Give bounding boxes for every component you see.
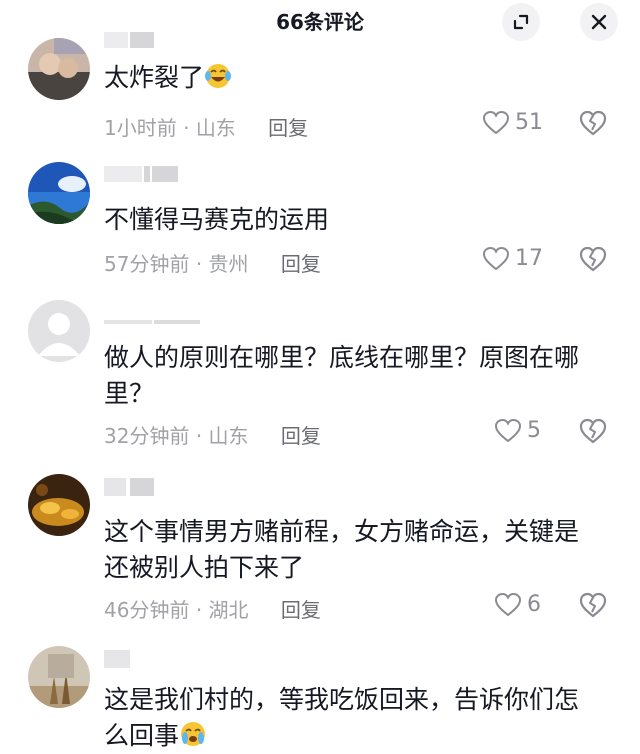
comment-time: 57分钟前: [104, 252, 190, 276]
reply-button[interactable]: 回复: [281, 252, 321, 276]
dislike-broken-heart-icon[interactable]: [579, 592, 607, 618]
heart-outline-icon: [495, 592, 521, 616]
meta-separator: ·: [183, 116, 190, 140]
avatar[interactable]: [28, 300, 90, 362]
comment-text: 做人的原则在哪里？底线在哪里？原图在哪里？: [104, 343, 580, 408]
comment-text-content: 太炸裂了: [104, 63, 205, 92]
avatar[interactable]: [28, 646, 90, 708]
comment-location: 山东: [208, 424, 249, 448]
comment-meta: 1小时前 · 山东 回复: [104, 112, 308, 141]
heart-outline-icon: [483, 110, 509, 134]
reply-button[interactable]: 回复: [281, 424, 321, 448]
like-button[interactable]: 51: [483, 110, 543, 135]
comment-text-content: 这是我们村的，等我吃饭回来，告诉你们怎么回事: [104, 685, 580, 750]
meta-separator: ·: [195, 424, 203, 448]
comment-meta: 32分钟前 · 山东 回复: [104, 420, 321, 449]
comment-time: 32分钟前: [104, 424, 190, 448]
comment-location: 山东: [195, 116, 236, 140]
heart-outline-icon: [483, 246, 509, 270]
dislike-broken-heart-icon[interactable]: [579, 246, 607, 272]
comment-location: 湖北: [208, 598, 249, 622]
expand-button[interactable]: [502, 3, 540, 41]
meta-separator: ·: [195, 252, 203, 276]
meta-separator: ·: [195, 598, 203, 622]
avatar[interactable]: [28, 474, 90, 536]
like-button[interactable]: 17: [483, 246, 543, 271]
avatar[interactable]: [28, 162, 90, 224]
comment-text: 这个事情男方赌前程，女方赌命运，关键是还被别人拍下来了: [104, 517, 580, 582]
like-button[interactable]: 5: [495, 418, 541, 443]
avatar[interactable]: [28, 38, 90, 100]
expand-icon: [513, 14, 529, 30]
comments-header: 66条评论: [0, 0, 640, 44]
comment-time: 1小时前: [104, 116, 177, 140]
dislike-broken-heart-icon[interactable]: [579, 110, 607, 136]
comment-text: 太炸裂了: [104, 60, 604, 96]
like-count: 51: [515, 110, 543, 135]
heart-outline-icon: [495, 418, 521, 442]
comment-count-title: 66条评论: [276, 10, 364, 34]
like-button[interactable]: 6: [495, 592, 541, 617]
crying-emoji: [181, 722, 206, 746]
comment-location: 贵州: [208, 252, 249, 276]
comment-meta: 46分钟前 · 湖北 回复: [104, 594, 321, 623]
like-count: 5: [527, 418, 541, 443]
comment-text: 不懂得马赛克的运用: [104, 205, 330, 234]
laughing-tears-emoji: [205, 64, 232, 88]
close-button[interactable]: [580, 3, 618, 41]
reply-button[interactable]: 回复: [268, 116, 308, 140]
like-count: 17: [515, 246, 543, 271]
comment-text: 这是我们村的，等我吃饭回来，告诉你们怎么回事: [104, 682, 596, 754]
like-count: 6: [527, 592, 541, 617]
comment-meta: 57分钟前 · 贵州 回复: [104, 248, 321, 277]
dislike-broken-heart-icon[interactable]: [579, 418, 607, 444]
close-icon: [591, 14, 607, 30]
reply-button[interactable]: 回复: [281, 598, 321, 622]
comment-time: 46分钟前: [104, 598, 190, 622]
